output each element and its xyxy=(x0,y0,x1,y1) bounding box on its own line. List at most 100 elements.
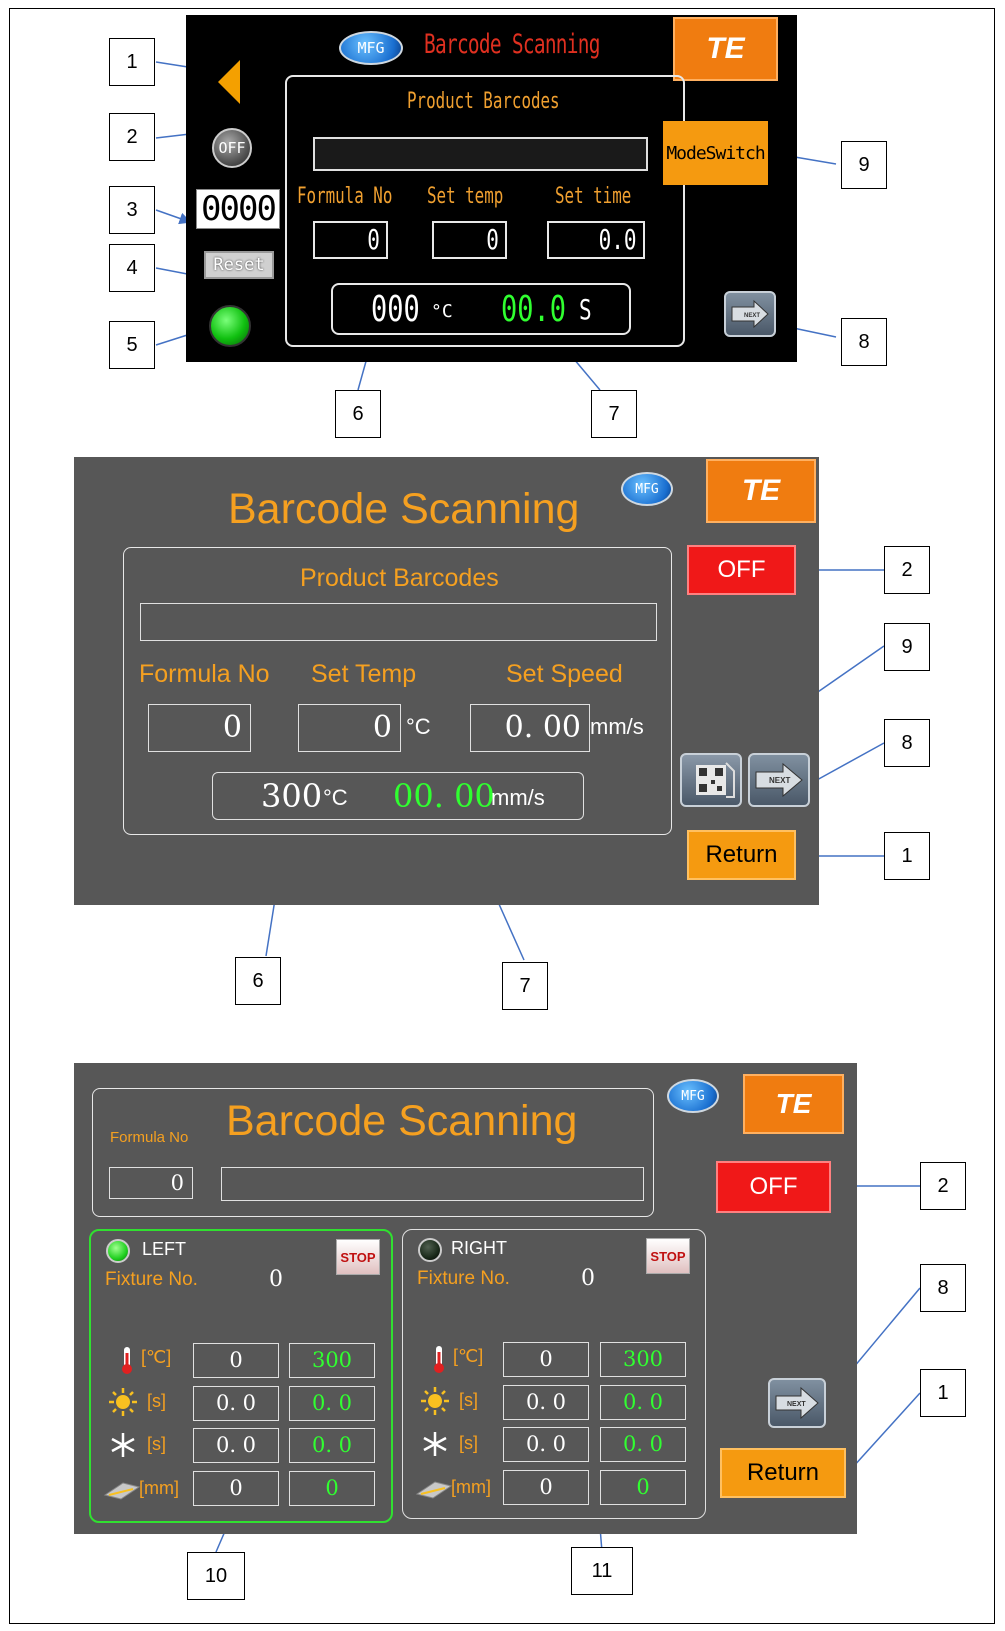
modeswitch-label: ModeSwitch xyxy=(666,142,765,164)
set-speed-field[interactable]: 0. 00 xyxy=(470,704,590,752)
formula-no-field[interactable]: 0 xyxy=(148,704,251,752)
off-button[interactable]: OFF xyxy=(212,128,252,168)
set-time-field[interactable]: 0.0 xyxy=(547,221,645,259)
return-button[interactable]: Return xyxy=(720,1448,846,1498)
cooling-snowflake-icon xyxy=(111,1433,135,1457)
right-distance-actual: 0 xyxy=(600,1470,686,1505)
next-arrow-icon: NEXT xyxy=(775,1386,819,1420)
callout-8: 8 xyxy=(920,1264,966,1312)
set-speed-value: 0. 00 xyxy=(504,710,581,745)
hmi-screen-classic: OFF 0000 Reset MFG Barcode Scanning TE P… xyxy=(186,15,797,362)
left-temp-unit: [℃] xyxy=(141,1347,172,1367)
formula-no-field[interactable]: 0 xyxy=(109,1167,193,1199)
left-distance-actual: 0 xyxy=(289,1471,375,1506)
qr-code-icon xyxy=(696,762,735,798)
hmi-screen-speed: Barcode Scanning MFG TE Product Barcodes… xyxy=(74,457,819,905)
mfg-badge[interactable]: MFG xyxy=(667,1079,719,1113)
return-button[interactable]: Return xyxy=(687,830,796,880)
right-heat-time-set[interactable]: 0. 0 xyxy=(503,1385,589,1420)
left-cool-time-unit: [s] xyxy=(147,1434,167,1454)
formula-no-label: Formula No xyxy=(297,184,393,209)
mfg-label: MFG xyxy=(681,1088,705,1104)
right-stop-button[interactable]: STOP xyxy=(646,1238,690,1274)
modeswitch-button[interactable]: ModeSwitch xyxy=(663,121,768,185)
status-lamp-green xyxy=(209,305,251,347)
off-button[interactable]: OFF xyxy=(687,545,796,595)
next-button[interactable]: NEXT xyxy=(748,753,810,807)
set-temp-unit: °C xyxy=(406,714,431,739)
logo-text: TE xyxy=(706,32,745,65)
barcode-field[interactable] xyxy=(140,603,657,641)
next-arrow-icon: NEXT xyxy=(731,299,769,329)
logo-text: TE xyxy=(775,1088,812,1119)
right-fixture-title: RIGHT xyxy=(451,1238,507,1258)
stop-label: STOP xyxy=(340,1249,376,1265)
actual-readout: 000 °C 00.0 S xyxy=(331,283,631,335)
left-cool-time-set[interactable]: 0. 0 xyxy=(193,1428,279,1463)
left-distance-set[interactable]: 0 xyxy=(193,1471,279,1506)
right-distance-set[interactable]: 0 xyxy=(503,1470,589,1505)
set-temp-value: 0 xyxy=(372,710,392,745)
right-fixture-panel: RIGHT STOP Fixture No. 0 [℃] [s] [s] [mm… xyxy=(402,1229,706,1519)
callout-2: 2 xyxy=(920,1162,966,1210)
return-label: Return xyxy=(705,841,778,868)
right-heat-time-actual: 0. 0 xyxy=(600,1385,686,1420)
right-temp-set[interactable]: 0 xyxy=(503,1342,589,1377)
actual-temp-value: 300 xyxy=(261,777,323,815)
hmi-screen-dual-fixture: Formula No Barcode Scanning 0 MFG TE OFF… xyxy=(74,1063,857,1534)
mfg-badge[interactable]: MFG xyxy=(621,472,673,506)
right-cool-time-set[interactable]: 0. 0 xyxy=(503,1427,589,1462)
thermometer-icon xyxy=(122,1347,132,1374)
set-temp-field[interactable]: 0 xyxy=(432,221,507,259)
qr-scan-button[interactable] xyxy=(680,753,742,807)
left-temp-set[interactable]: 0 xyxy=(193,1343,279,1378)
product-barcodes-title: Product Barcodes xyxy=(407,89,560,114)
logo-text: TE xyxy=(741,474,781,507)
left-heat-time-set[interactable]: 0. 0 xyxy=(193,1386,279,1421)
left-fixture-no-label: Fixture No. xyxy=(105,1269,198,1290)
back-arrow-icon[interactable] xyxy=(218,60,240,104)
left-stop-button[interactable]: STOP xyxy=(336,1239,380,1275)
formula-no-value: 0 xyxy=(170,1171,184,1195)
actual-temp-unit: °C xyxy=(323,785,348,810)
right-heat-time-unit: [s] xyxy=(459,1390,479,1410)
cooling-snowflake-icon xyxy=(423,1432,447,1456)
callout-2: 2 xyxy=(109,113,155,161)
mfg-badge[interactable]: MFG xyxy=(339,31,403,65)
right-temp-unit: [℃] xyxy=(453,1346,484,1366)
off-button[interactable]: OFF xyxy=(716,1161,831,1213)
callout-1: 1 xyxy=(884,832,930,880)
set-temp-field[interactable]: 0 xyxy=(298,704,401,752)
next-label: NEXT xyxy=(769,776,790,785)
reset-button[interactable]: Reset xyxy=(204,251,274,279)
actual-temp-unit: °C xyxy=(431,301,453,322)
set-time-value: 0.0 xyxy=(599,223,637,256)
formula-no-value: 0 xyxy=(222,710,242,745)
set-temp-label: Set temp xyxy=(427,184,504,209)
right-status-lamp xyxy=(418,1238,442,1262)
barcode-field[interactable] xyxy=(313,137,648,171)
next-button[interactable]: NEXT xyxy=(768,1378,826,1428)
te-logo: TE xyxy=(673,17,778,81)
actual-speed-value: 00. 00 xyxy=(393,777,495,815)
heat-sun-icon xyxy=(109,1388,137,1416)
left-fixture-panel: LEFT STOP Fixture No. 0 [℃] [s] [s] [mm]… xyxy=(89,1229,393,1523)
callout-5: 5 xyxy=(109,321,155,369)
counter-display: 0000 xyxy=(196,189,280,229)
te-logo: TE xyxy=(706,459,816,523)
next-button[interactable]: NEXT xyxy=(724,291,776,337)
callout-9: 9 xyxy=(841,141,887,189)
page-title: Barcode Scanning xyxy=(228,485,580,533)
formula-no-label: Formula No xyxy=(110,1129,189,1146)
callout-6: 6 xyxy=(235,957,281,1005)
right-cool-time-unit: [s] xyxy=(459,1433,479,1453)
left-fixture-title: LEFT xyxy=(142,1239,187,1259)
distance-ruler-icon xyxy=(103,1482,141,1500)
counter-value: 0000 xyxy=(201,189,277,229)
formula-no-field[interactable]: 0 xyxy=(313,221,388,259)
next-arrow-icon: NEXT xyxy=(755,762,803,798)
set-time-label: Set time xyxy=(555,184,632,209)
next-label: NEXT xyxy=(744,313,760,319)
right-fixture-no-value: 0 xyxy=(581,1266,595,1291)
barcode-field[interactable] xyxy=(221,1167,644,1201)
